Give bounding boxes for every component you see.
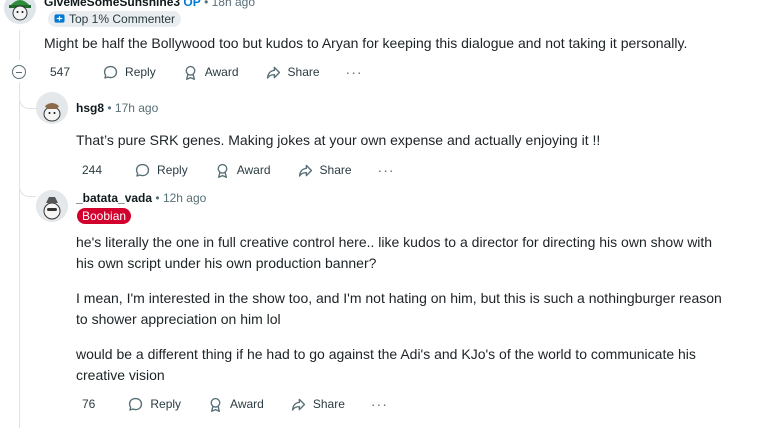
reply-icon — [103, 65, 118, 79]
share-label: Share — [287, 65, 320, 79]
comment-actions: 244 Reply Award Share ··· — [76, 158, 395, 182]
reply-label: Reply — [125, 65, 156, 79]
reply-label: Reply — [157, 163, 188, 177]
user-flair: Boobian — [77, 208, 132, 224]
collapse-thread-button[interactable] — [12, 65, 26, 79]
comment-line: That’s pure SRK genes. Making jokes at y… — [76, 132, 601, 148]
comment-line: Might be half the Bollywood too but kudo… — [44, 35, 688, 51]
thread-line-root[interactable] — [19, 30, 20, 60]
timestamp[interactable]: 17h ago — [115, 101, 158, 115]
comment-body: That’s pure SRK genes. Making jokes at y… — [76, 130, 600, 151]
more-options-button[interactable]: ··· — [346, 64, 363, 80]
avatar[interactable] — [4, 0, 36, 24]
award-label: Award — [236, 163, 271, 177]
share-button[interactable]: Share — [265, 64, 320, 81]
comment-line: to shower appreciation on him lol — [76, 311, 281, 327]
timestamp[interactable]: 12h ago — [163, 191, 206, 205]
thread-connector — [19, 92, 36, 109]
avatar[interactable] — [36, 190, 68, 222]
comment-line: creative vision — [76, 367, 165, 383]
more-options-button[interactable]: ··· — [378, 162, 395, 178]
award-button[interactable]: Award — [214, 162, 271, 179]
share-button[interactable]: Share — [290, 396, 345, 413]
username[interactable]: GiveMeSomeSunshine3 — [44, 0, 180, 9]
separator: • — [155, 191, 160, 205]
comment-line: he's literally the one in full creative … — [76, 234, 713, 250]
more-options-button[interactable]: ··· — [371, 396, 388, 412]
vote-control: 76 — [76, 397, 101, 411]
flair-badge-icon — [54, 14, 65, 23]
comment-actions: 547 Reply Award Share ··· — [44, 60, 363, 84]
award-icon — [210, 397, 221, 412]
thread-line-children[interactable] — [19, 82, 20, 428]
comment-body: Might be half the Bollywood too but kudo… — [44, 33, 687, 54]
vote-control: 547 — [44, 65, 76, 79]
comment-actions: 76 Reply Award Share ··· — [76, 392, 388, 416]
separator: • — [204, 0, 209, 9]
share-button[interactable]: Share — [297, 162, 352, 179]
reply-button[interactable]: Reply — [102, 64, 156, 81]
reply-icon — [129, 397, 143, 411]
vote-count: 547 — [50, 65, 71, 79]
timestamp[interactable]: 18h ago — [212, 0, 255, 9]
comment-line: I mean, I'm interested in the show too, … — [76, 290, 722, 306]
vote-control: 244 — [76, 163, 108, 177]
share-icon — [266, 66, 280, 79]
separator: • — [107, 101, 112, 115]
username[interactable]: hsg8 — [76, 101, 104, 115]
award-icon — [185, 65, 196, 80]
thread-connector — [19, 178, 36, 197]
reply-button[interactable]: Reply — [134, 162, 188, 179]
share-icon — [291, 398, 305, 411]
share-label: Share — [312, 397, 345, 411]
award-button[interactable]: Award — [182, 64, 239, 81]
reply-icon — [135, 163, 150, 177]
vote-count: 244 — [82, 163, 103, 177]
comment-line: would be a different thing if he had to … — [76, 346, 696, 362]
award-label: Award — [230, 397, 264, 411]
comment-body: he's literally the one in full creative … — [76, 232, 766, 386]
reply-label: Reply — [150, 397, 182, 411]
award-button[interactable]: Award — [207, 396, 264, 413]
award-icon — [217, 163, 228, 178]
comment-line: his own script under his own production … — [76, 255, 377, 271]
username[interactable]: _batata_vada — [76, 191, 152, 205]
reply-button[interactable]: Reply — [127, 396, 181, 413]
share-icon — [298, 164, 312, 177]
share-label: Share — [319, 163, 352, 177]
vote-count: 76 — [82, 397, 96, 411]
user-flair: Top 1% Commenter — [48, 11, 182, 27]
comment-meta: hsg8 • 17h ago — [76, 101, 158, 115]
comment-meta: _batata_vada • 12h ago — [76, 191, 206, 205]
op-label: OP — [183, 0, 201, 9]
comment-meta: GiveMeSomeSunshine3 OP • 18h ago — [44, 0, 255, 9]
avatar[interactable] — [36, 92, 68, 124]
award-label: Award — [204, 65, 239, 79]
